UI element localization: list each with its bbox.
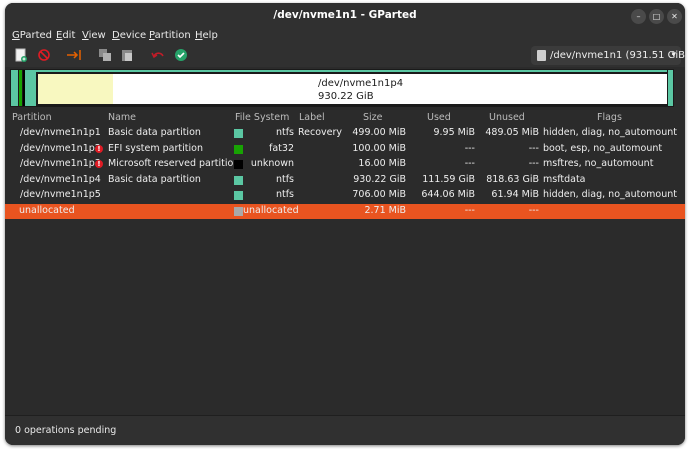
fs-color-swatch [234, 144, 243, 154]
cell-partition: /dev/nvme1n1p1 [20, 127, 101, 138]
cell-file-system: unknown [250, 158, 294, 169]
fs-color-swatch [234, 129, 243, 138]
cell-file-system: ntfs [275, 189, 294, 200]
cell-size: 2.71 MiB [364, 204, 406, 216]
cell-used: --- [464, 158, 475, 169]
window-title: /dev/nvme1n1 - GParted [273, 9, 417, 21]
cell-partition: /dev/nvme1n1p3 [20, 158, 101, 169]
menu-gparted[interactable]: GParted [12, 30, 52, 41]
cell-size: 706.00 MiB [352, 189, 406, 200]
cell-file-system: unallocated [243, 204, 299, 216]
menu-view[interactable]: View [82, 30, 106, 41]
gparted-window: /dev/nvme1n1 - GParted – □ ✕ GParted Edi… [5, 3, 685, 445]
cell-unused: --- [528, 142, 539, 154]
cell-unused: 818.63 GiB [486, 173, 539, 185]
disk-map-segment-p5[interactable] [667, 70, 673, 106]
cell-name: Microsoft reserved partition [108, 158, 240, 169]
status-bar: 0 operations pending [5, 415, 685, 445]
cell-used: 644.06 MiB [421, 189, 475, 200]
minimize-icon[interactable]: – [631, 9, 646, 24]
warning-icon: ! [95, 160, 103, 168]
cell-partition: /dev/nvme1n1p4 [20, 173, 101, 185]
menu-partition[interactable]: Partition [149, 30, 191, 41]
cell-used: 111.59 GiB [422, 173, 475, 185]
menu-bar: GParted Edit View Device Partition Help [5, 29, 685, 45]
fs-color-swatch [234, 175, 243, 185]
chevron-down-icon: ▾ [671, 50, 676, 60]
paste-icon[interactable] [119, 48, 135, 64]
cell-flags: hidden, diag, no_automount [543, 127, 677, 138]
cell-label: Recovery [298, 127, 343, 138]
cell-size: 16.00 MiB [358, 158, 406, 169]
header-label[interactable]: Label [299, 112, 325, 123]
table-row[interactable]: /dev/nvme1n1p1 Basic data partition ntfs Re… [5, 126, 685, 141]
disk-icon [537, 50, 546, 61]
menu-help[interactable]: Help [195, 30, 218, 41]
cell-name: EFI system partition [108, 142, 203, 154]
partition-table: Partition Name File System Label Size Us… [5, 109, 685, 415]
header-size[interactable]: Size [363, 112, 383, 123]
menu-device[interactable]: Device [112, 30, 146, 41]
header-partition[interactable]: Partition [12, 112, 52, 123]
disk-map: /dev/nvme1n1p4 930.22 GiB [5, 67, 685, 109]
cell-flags: msftres, no_automount [543, 158, 654, 169]
cell-name: Basic data partition [108, 173, 201, 185]
cell-unused: --- [528, 204, 539, 216]
cell-unused: --- [528, 158, 539, 169]
fs-color-swatch [234, 206, 243, 216]
delete-icon[interactable] [36, 48, 52, 64]
table-row[interactable]: /dev/nvme1n1p5 ntfs 706.00 MiB 644.06 MiB 61… [5, 188, 685, 203]
cell-file-system: ntfs [275, 173, 294, 185]
apply-icon[interactable] [173, 48, 189, 64]
menu-edit[interactable]: Edit [56, 30, 75, 41]
header-used[interactable]: Used [427, 112, 451, 123]
warning-icon: ! [95, 144, 103, 153]
toolbar: /dev/nvme1n1 (931.51 GiB) ▾ [5, 45, 685, 67]
cell-used: --- [464, 204, 475, 216]
maximize-icon[interactable]: □ [649, 9, 664, 24]
table-row[interactable]: /dev/nvme1n1p3! Microsoft reserved partit… [5, 157, 685, 172]
cell-partition: /dev/nvme1n1p5 [20, 189, 101, 200]
header-name[interactable]: Name [108, 112, 136, 123]
disk-map-segment-p4[interactable]: /dev/nvme1n1p4 930.22 GiB [36, 72, 670, 106]
header-file-system[interactable]: File System [235, 112, 289, 123]
disk-map-p4-name: /dev/nvme1n1p4 [318, 78, 404, 89]
device-selector[interactable]: /dev/nvme1n1 (931.51 GiB) ▾ [531, 46, 685, 65]
cell-size: 499.00 MiB [352, 127, 406, 138]
resize-move-icon[interactable] [66, 48, 82, 64]
cell-unused: 61.94 MiB [491, 189, 539, 200]
cell-partition: unallocated [19, 204, 75, 216]
fs-color-swatch [234, 160, 243, 169]
cell-partition: /dev/nvme1n1p2 [20, 142, 101, 154]
status-text: 0 operations pending [15, 425, 117, 436]
cell-flags: msftdata [543, 173, 586, 185]
undo-icon[interactable] [150, 48, 166, 64]
cell-name: Basic data partition [108, 127, 201, 138]
close-icon[interactable]: ✕ [667, 9, 682, 24]
title-bar: /dev/nvme1n1 - GParted – □ ✕ [5, 3, 685, 29]
fs-color-swatch [234, 191, 243, 200]
cell-size: 930.22 GiB [353, 173, 406, 185]
cell-unused: 489.05 MiB [485, 127, 539, 138]
header-unused[interactable]: Unused [489, 112, 525, 123]
device-selector-label: /dev/nvme1n1 (931.51 GiB) [550, 50, 685, 61]
table-row[interactable]: /dev/nvme1n1p2! EFI system partition fat32… [5, 142, 685, 157]
disk-map-bar: /dev/nvme1n1p4 930.22 GiB [10, 69, 674, 107]
table-row[interactable]: unallocated unallocated 2.71 MiB --- --- [5, 203, 685, 219]
new-icon[interactable] [13, 48, 29, 64]
table-row[interactable]: /dev/nvme1n1p4 Basic data partition ntfs 93… [5, 173, 685, 188]
copy-icon[interactable] [97, 48, 113, 64]
header-flags[interactable]: Flags [597, 112, 622, 123]
disk-map-segment-p1[interactable] [12, 70, 19, 106]
cell-flags: boot, esp, no_automount [543, 142, 663, 154]
disk-map-p4-size: 930.22 GiB [318, 91, 374, 102]
used-space-fill [38, 74, 113, 104]
cell-flags: hidden, diag, no_automount [543, 189, 677, 200]
cell-file-system: ntfs [275, 127, 294, 138]
cell-used: --- [464, 142, 475, 154]
disk-map-segment-p3[interactable] [23, 70, 25, 106]
cell-file-system: fat32 [269, 142, 294, 154]
cell-used: 9.95 MiB [433, 127, 475, 138]
cell-size: 100.00 MiB [352, 142, 406, 154]
